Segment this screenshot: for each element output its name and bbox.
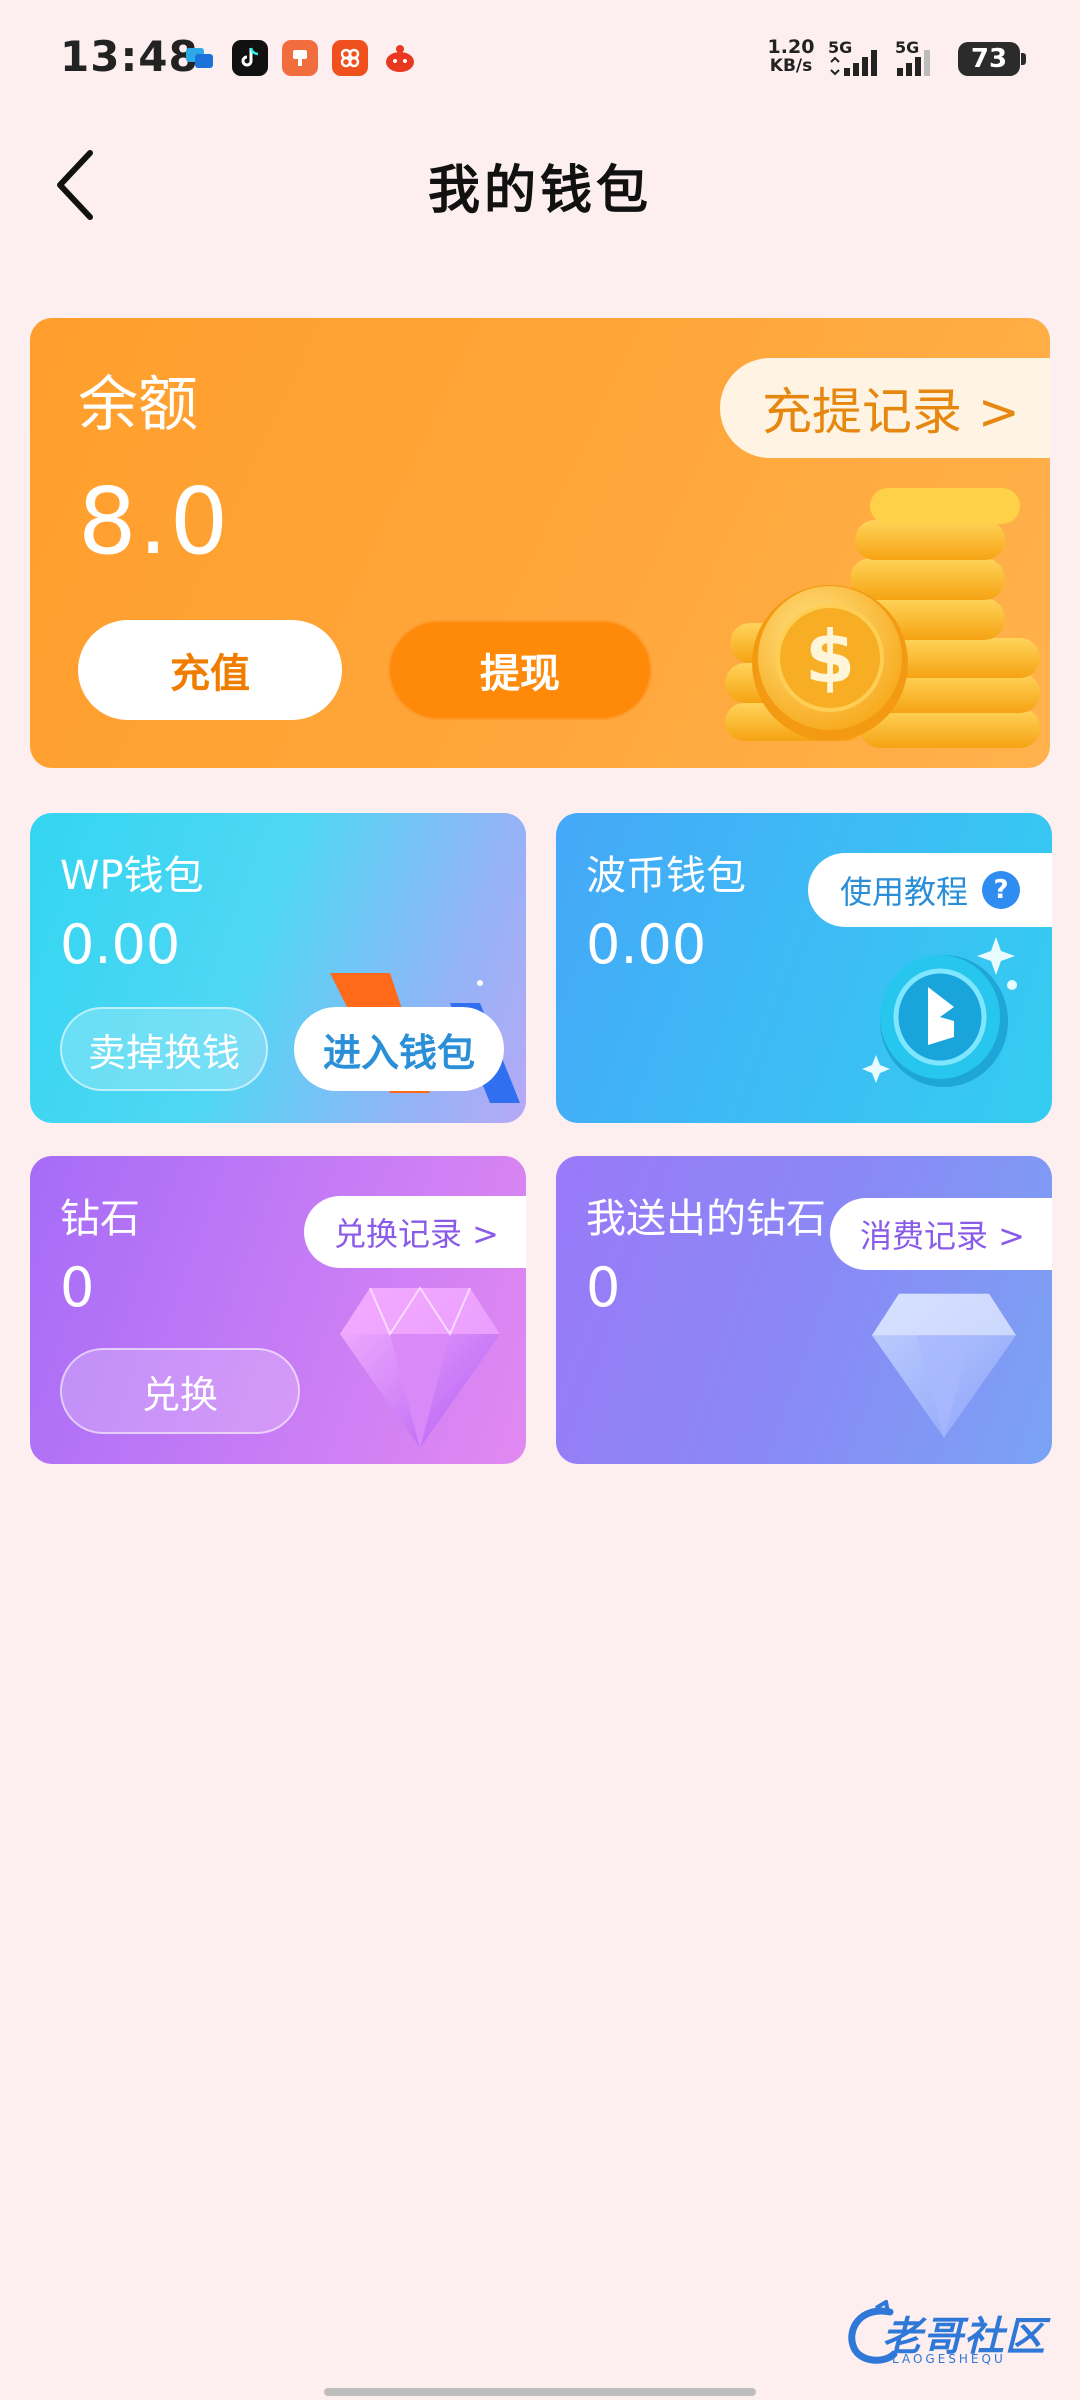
consumption-record-link[interactable]: 消费记录 > — [830, 1198, 1052, 1270]
wp-wallet-value: 0.00 — [60, 913, 181, 976]
signal-sim1: 5G — [828, 38, 890, 84]
diamond-card[interactable]: 钻石 0 兑换记录 > 兑换 — [30, 1156, 526, 1464]
coins-icon: $ — [725, 488, 1040, 748]
notification-icons — [182, 40, 418, 76]
balance-card: 余额 8.0 充提记录 > 充值 提现 $ — [30, 318, 1050, 768]
diamond-value: 0 — [60, 1256, 95, 1319]
withdraw-button[interactable]: 提现 — [388, 620, 652, 720]
home-indicator[interactable] — [324, 2388, 756, 2396]
sim1-label: 5G — [828, 38, 853, 57]
recharge-button[interactable]: 充值 — [78, 620, 342, 720]
bo-wallet-value: 0.00 — [586, 913, 707, 976]
usage-tutorial-label: 使用教程 — [840, 873, 969, 911]
bo-coin-icon — [862, 937, 1017, 1087]
exchange-button[interactable]: 兑换 — [60, 1348, 300, 1434]
message-icon — [182, 40, 218, 76]
diamond-icon — [340, 1286, 500, 1448]
balance-label: 余额 — [78, 370, 198, 440]
svg-text:$: $ — [805, 615, 855, 699]
page-title: 我的钱包 — [427, 161, 652, 221]
sent-diamond-value: 0 — [586, 1256, 621, 1319]
net-speed-unit: KB/s — [769, 56, 813, 76]
status-time: 13:48 — [60, 32, 199, 81]
app-icon — [332, 40, 368, 76]
app-icon — [282, 40, 318, 76]
balance-amount: 8.0 — [78, 468, 231, 575]
bo-coin-wallet-card[interactable]: 波币钱包 0.00 使用教程 ? — [556, 813, 1052, 1123]
watermark-logo: 老哥社区 LAOGESHEQU — [840, 2296, 1060, 2376]
sent-diamond-title: 我送出的钻石 — [586, 1196, 826, 1242]
battery-indicator: 73 — [958, 42, 1026, 76]
app-icon — [382, 40, 418, 76]
sim2-label: 5G — [895, 38, 920, 57]
status-bar: 13:48 1.20 KB/s 5G 5G 73 — [0, 0, 1080, 120]
sell-for-money-button[interactable]: 卖掉换钱 — [60, 1007, 268, 1091]
bo-wallet-title: 波币钱包 — [586, 853, 746, 899]
network-speed: 1.20 KB/s — [766, 38, 816, 76]
usage-tutorial-link[interactable]: 使用教程 ? — [808, 853, 1052, 927]
exchange-record-link[interactable]: 兑换记录 > — [304, 1196, 526, 1268]
watermark-subtext: LAOGESHEQU — [892, 2352, 1006, 2366]
sent-diamond-card[interactable]: 我送出的钻石 0 消费记录 > — [556, 1156, 1052, 1464]
net-speed-value: 1.20 — [767, 36, 815, 58]
signal-sim2: 5G — [895, 38, 947, 84]
wp-wallet-title: WP钱包 — [60, 853, 204, 899]
wp-wallet-card[interactable]: WP钱包 0.00 卖掉换钱 进入钱包 — [30, 813, 526, 1123]
tiktok-icon — [232, 40, 268, 76]
diamond-icon — [872, 1293, 1016, 1438]
diamond-title: 钻石 — [60, 1196, 140, 1242]
recharge-withdraw-record-link[interactable]: 充提记录 > — [720, 358, 1050, 458]
enter-wallet-button[interactable]: 进入钱包 — [294, 1007, 504, 1091]
help-icon: ? — [982, 871, 1021, 909]
